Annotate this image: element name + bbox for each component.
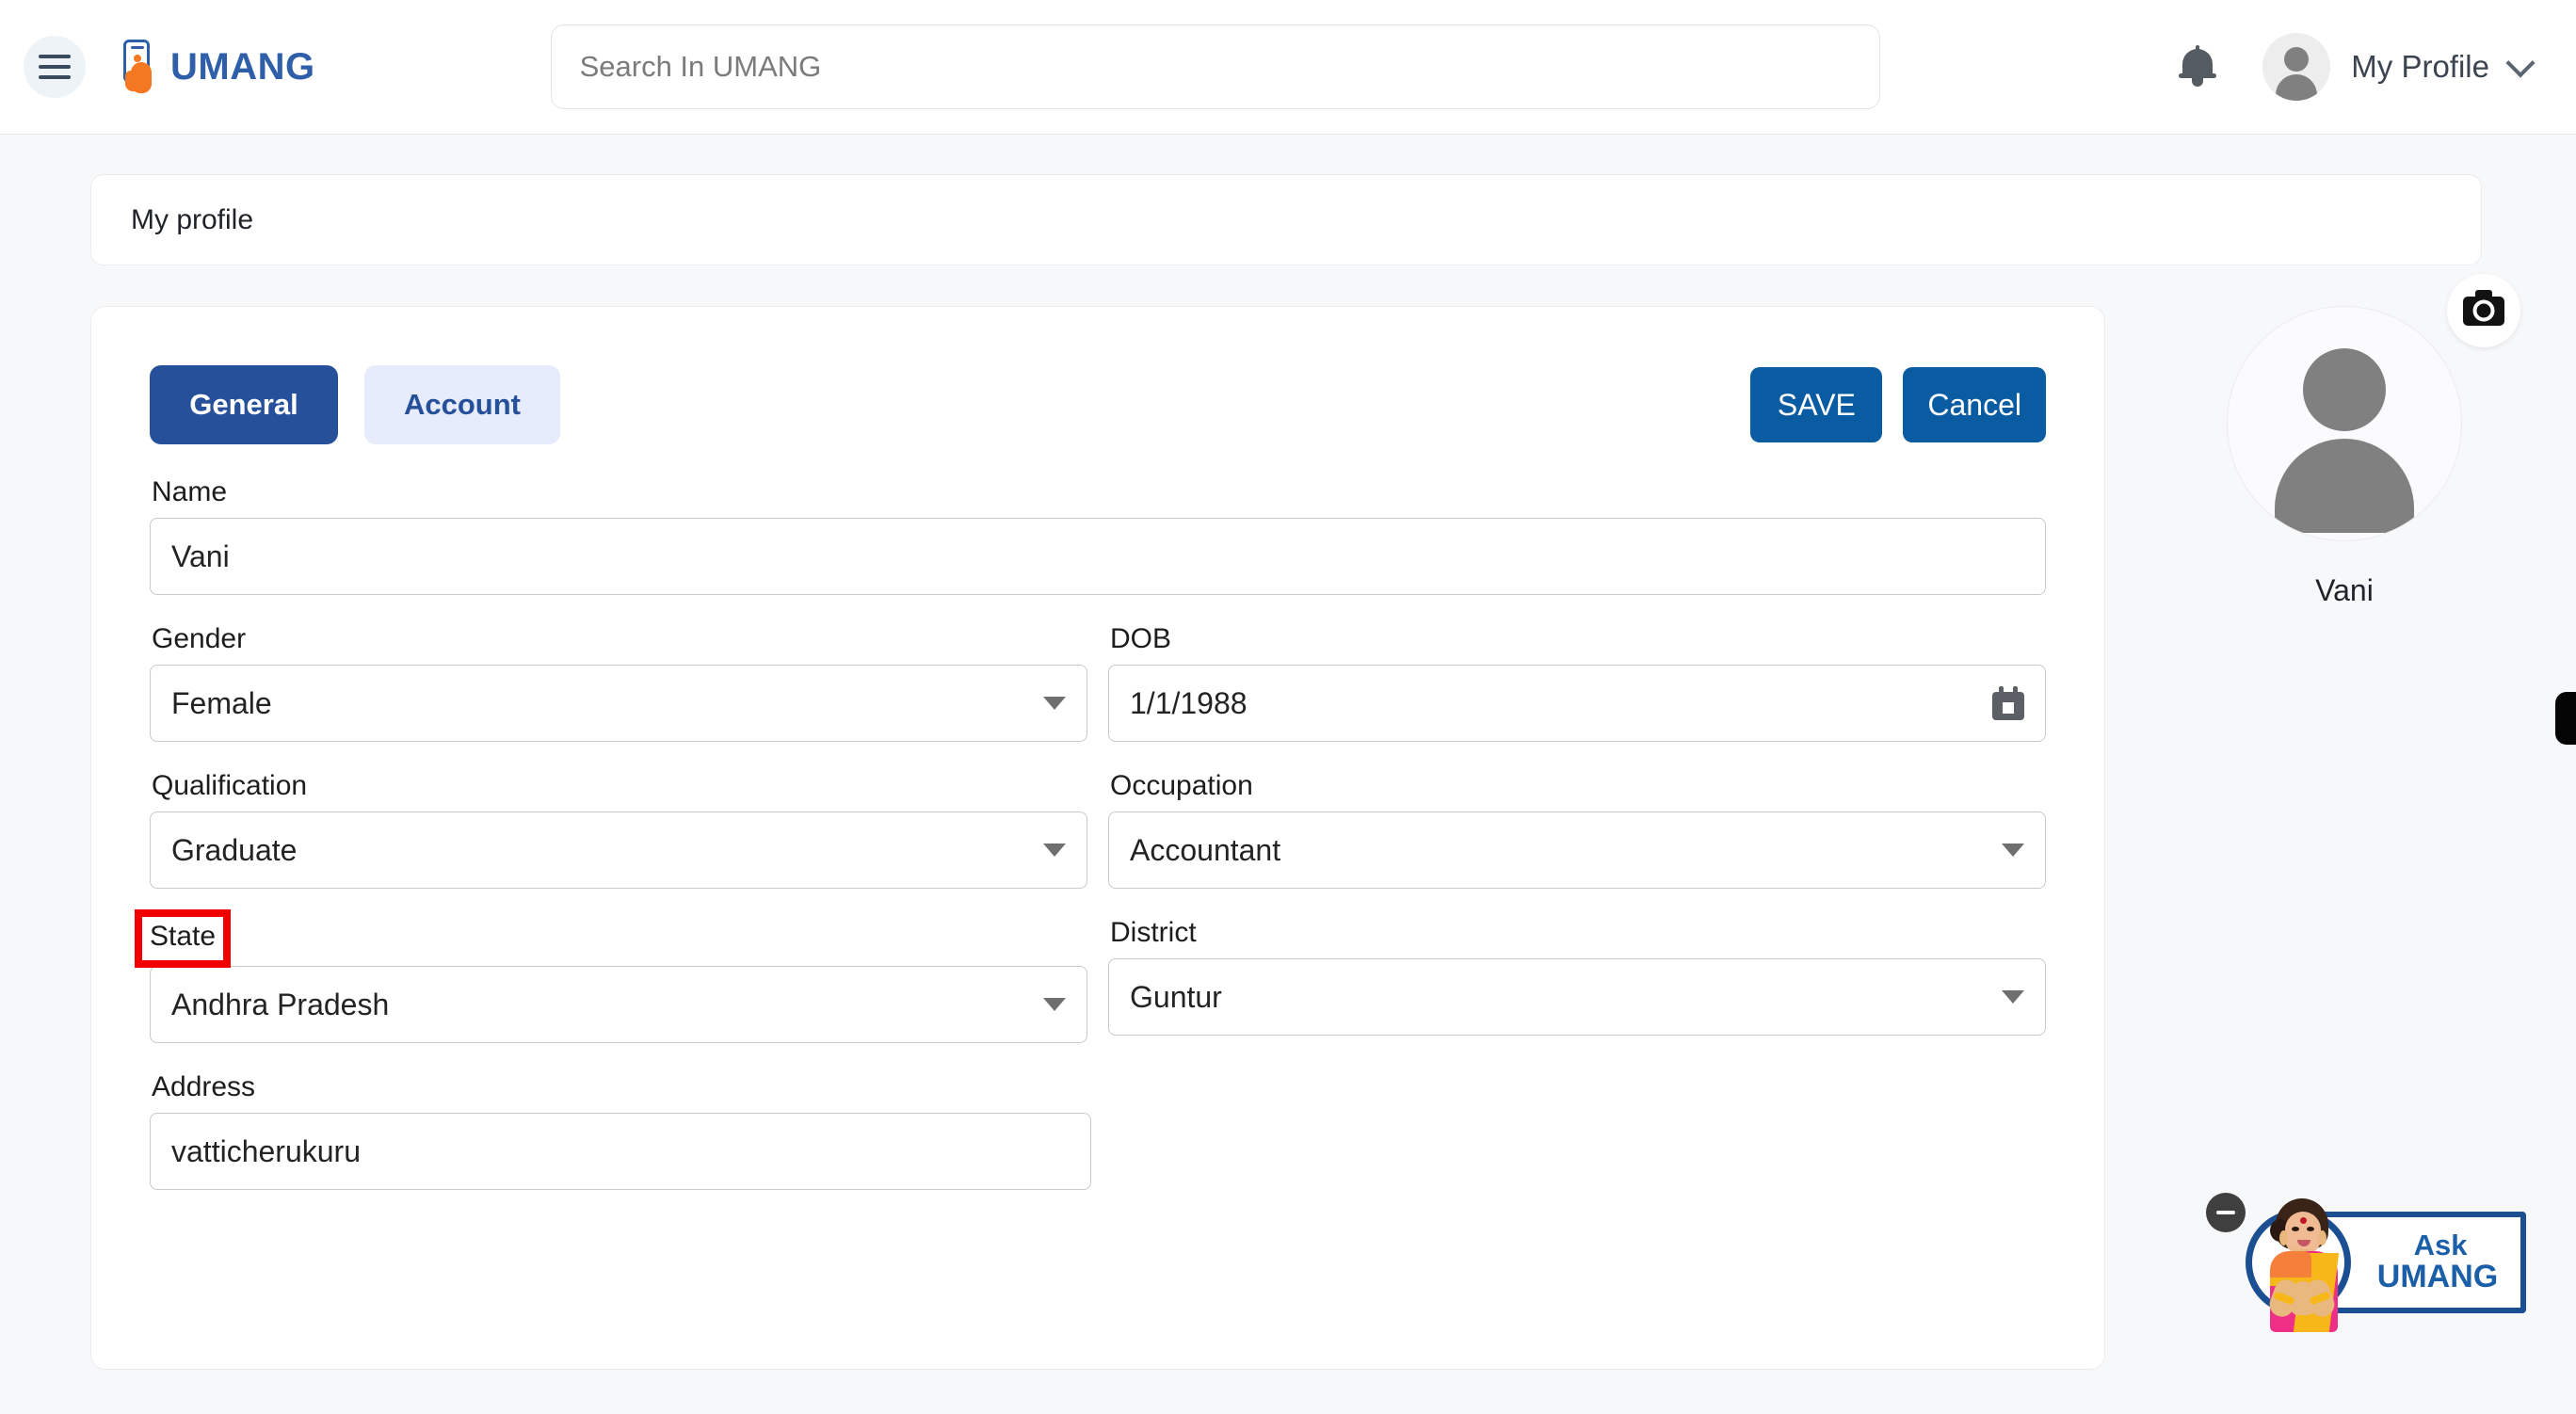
camera-icon[interactable] xyxy=(2447,274,2520,347)
avatar-body xyxy=(2275,439,2414,533)
ask-umang-widget[interactable]: Ask UMANG xyxy=(2206,1191,2526,1332)
state-select[interactable]: Andhra Pradesh xyxy=(150,966,1087,1043)
user-avatar-icon xyxy=(2227,306,2462,541)
profile-name: Vani xyxy=(2315,573,2374,607)
qualification-select[interactable]: Graduate xyxy=(150,811,1087,889)
save-button[interactable]: SAVE xyxy=(1750,367,1883,442)
chevron-down-icon[interactable] xyxy=(2002,844,2024,857)
assistant-eye-right xyxy=(2307,1227,2314,1231)
avatar xyxy=(2262,33,2331,101)
row-qualification-occupation: Qualification Graduate Occupation Accoun… xyxy=(150,770,2046,889)
field-label-gender: Gender xyxy=(152,623,247,654)
row-address: Address vatticherukuru xyxy=(150,1071,2046,1190)
tab-account[interactable]: Account xyxy=(364,365,560,444)
field-state: State Andhra Pradesh xyxy=(134,909,1087,1043)
field-gender: Gender Female xyxy=(150,623,1087,742)
field-occupation: Occupation Accountant xyxy=(1108,770,2046,889)
tab-general[interactable]: General xyxy=(150,365,338,444)
field-label-qualification: Qualification xyxy=(152,770,308,801)
avatar-body xyxy=(2276,74,2318,101)
assistant-bindi xyxy=(2300,1217,2307,1224)
calendar-window xyxy=(2003,702,2014,714)
dob-input[interactable]: 1/1/1988 xyxy=(1108,665,2046,742)
row-name: Name Vani xyxy=(150,476,2046,595)
chevron-down-icon[interactable] xyxy=(2505,48,2536,78)
field-dob: DOB 1/1/1988 xyxy=(1108,623,2046,742)
qualification-value: Graduate xyxy=(171,832,298,867)
minimize-icon[interactable] xyxy=(2206,1193,2246,1232)
assistant-earring-right xyxy=(2318,1230,2326,1245)
field-label-state: State xyxy=(134,909,232,968)
occupation-value: Accountant xyxy=(1130,832,1281,867)
chevron-down-icon[interactable] xyxy=(2002,990,2024,1004)
assistant-avatar-icon xyxy=(2244,1191,2360,1332)
assistant-earring-left xyxy=(2279,1230,2288,1245)
phone-dot xyxy=(134,55,141,62)
name-input[interactable]: Vani xyxy=(150,518,2046,595)
field-address: Address vatticherukuru xyxy=(150,1071,1091,1190)
hand-shape xyxy=(125,62,152,93)
field-name: Name Vani xyxy=(150,476,2046,595)
minus-bar xyxy=(2216,1211,2235,1214)
camera-shape xyxy=(2463,289,2504,326)
district-select[interactable]: Guntur xyxy=(1108,958,2046,1036)
cancel-button[interactable]: Cancel xyxy=(1903,367,2046,442)
gender-value: Female xyxy=(171,685,272,720)
ask-umang-line2: UMANG xyxy=(2376,1259,2499,1295)
form-toolbar: General Account SAVE Cancel xyxy=(150,362,2046,448)
hamburger-bar xyxy=(39,55,71,58)
avatar-head xyxy=(2284,47,2310,72)
occupation-select[interactable]: Accountant xyxy=(1108,811,2046,889)
app-header: UMANG My Profile xyxy=(0,0,2576,135)
name-value: Vani xyxy=(171,538,230,573)
field-district: District Guntur xyxy=(1108,917,2046,1043)
address-value: vatticherukuru xyxy=(171,1133,361,1168)
hamburger-icon[interactable] xyxy=(24,36,86,98)
field-label-dob: DOB xyxy=(1110,623,1172,654)
avatar-head xyxy=(2303,348,2386,431)
profile-side-panel: Vani xyxy=(2156,274,2533,608)
bell-icon[interactable] xyxy=(2178,45,2217,88)
brand-logo[interactable]: UMANG xyxy=(116,40,315,94)
umang-phone-hand-icon xyxy=(116,40,159,94)
chevron-down-icon[interactable] xyxy=(1043,844,1066,857)
field-label-district: District xyxy=(1110,917,1197,948)
avatar-wrapper xyxy=(2227,274,2520,541)
field-label-address: Address xyxy=(152,1071,256,1102)
row-state-district: State Andhra Pradesh District Guntur xyxy=(134,909,2046,1043)
header-actions: My Profile xyxy=(2178,33,2536,101)
field-qualification: Qualification Graduate xyxy=(150,770,1087,889)
profile-label: My Profile xyxy=(2351,49,2489,84)
breadcrumb: My profile xyxy=(90,174,2482,265)
form-action-buttons: SAVE Cancel xyxy=(1750,367,2046,442)
gender-select[interactable]: Female xyxy=(150,665,1087,742)
calendar-icon[interactable] xyxy=(1992,686,2024,720)
bell-clapper xyxy=(2192,78,2204,87)
profile-menu[interactable]: My Profile xyxy=(2262,33,2536,101)
search-input[interactable] xyxy=(579,50,1851,84)
ask-umang-line1: Ask xyxy=(2413,1228,2468,1261)
profile-form-card: General Account SAVE Cancel Name Vani Ge… xyxy=(90,306,2105,1370)
district-value: Guntur xyxy=(1130,979,1222,1014)
chevron-down-icon[interactable] xyxy=(1043,998,1066,1011)
state-value: Andhra Pradesh xyxy=(171,987,390,1021)
dob-value: 1/1/1988 xyxy=(1130,685,1248,720)
row-gender-dob: Gender Female DOB 1/1/1988 xyxy=(150,623,2046,742)
field-label-occupation: Occupation xyxy=(1110,770,1253,801)
address-input[interactable]: vatticherukuru xyxy=(150,1113,1091,1190)
side-panel-handle-icon[interactable] xyxy=(2555,692,2576,745)
brand-name: UMANG xyxy=(170,45,315,88)
search-box[interactable] xyxy=(550,24,1880,109)
assistant-eye-left xyxy=(2292,1227,2299,1231)
page-title: My profile xyxy=(131,203,254,235)
field-label-name: Name xyxy=(152,476,228,507)
hamburger-bar xyxy=(39,65,71,69)
chevron-down-icon[interactable] xyxy=(1043,697,1066,710)
hamburger-bar xyxy=(39,75,71,79)
